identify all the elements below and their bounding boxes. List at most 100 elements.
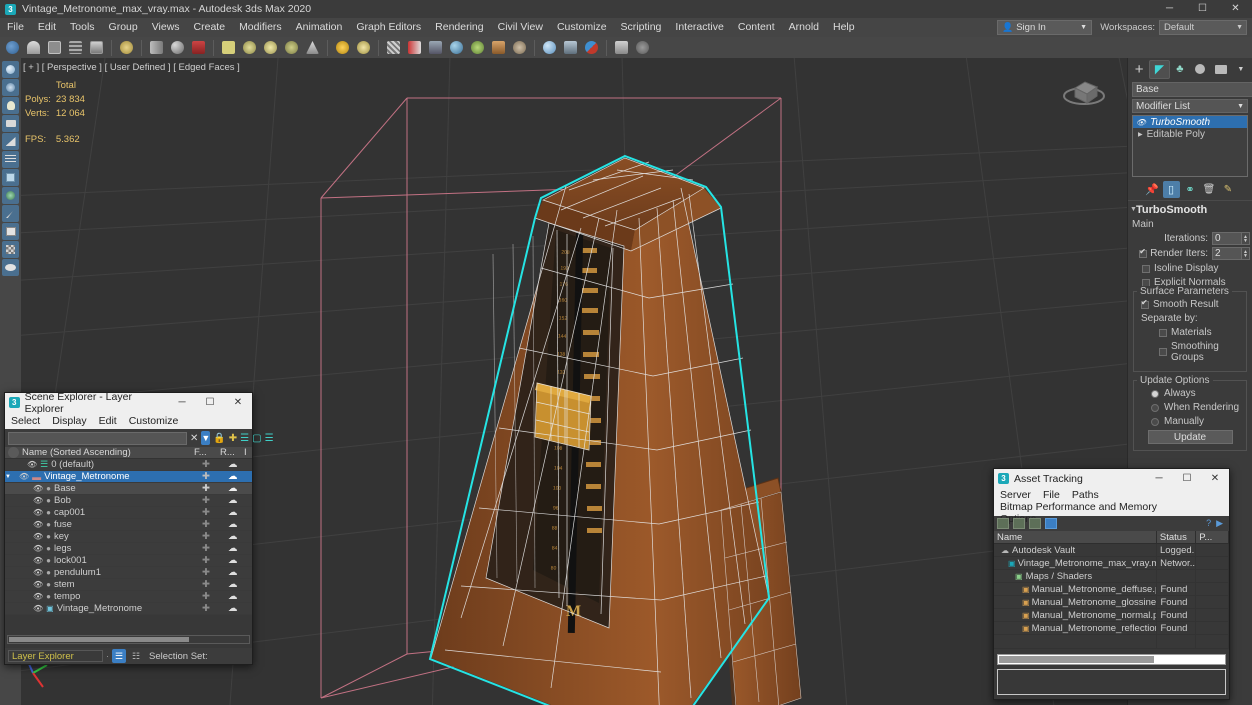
menu-customize[interactable]: Customize bbox=[550, 18, 614, 37]
render-toggle[interactable]: ☁ bbox=[228, 507, 252, 518]
eye-icon[interactable]: 👁 bbox=[33, 520, 43, 529]
undo-icon[interactable] bbox=[3, 38, 22, 57]
iterations-spinner[interactable]: ▲ ▼ bbox=[1242, 232, 1250, 245]
menu-graph-editors[interactable]: Graph Editors bbox=[349, 18, 428, 37]
menu-rendering[interactable]: Rendering bbox=[428, 18, 490, 37]
update-option-manually[interactable]: Manually bbox=[1151, 416, 1243, 427]
freeze-toggle[interactable]: ✚ bbox=[202, 543, 228, 554]
menu-interactive[interactable]: Interactive bbox=[668, 18, 730, 37]
eye-icon[interactable]: 👁 bbox=[33, 580, 43, 589]
table-row[interactable]: ☁ Autodesk Vault Logged... bbox=[994, 544, 1229, 557]
table-row[interactable]: ▣ Manual_Metronome_reflection.png Found bbox=[994, 622, 1229, 635]
menu-paths[interactable]: Paths bbox=[1066, 489, 1105, 501]
list-item[interactable]: 👁 ● Bob ✚ ☁ bbox=[5, 495, 252, 507]
minimize-button[interactable]: ─ bbox=[168, 393, 196, 412]
viewcube-icon[interactable] bbox=[1057, 70, 1111, 112]
ruler-icon[interactable] bbox=[2, 133, 19, 150]
isoline-display-checkbox[interactable] bbox=[1142, 264, 1150, 273]
menu-server[interactable]: Server bbox=[994, 489, 1037, 501]
add-layer-icon[interactable]: ✚ bbox=[229, 431, 237, 445]
list-item[interactable]: 👁 ● legs ✚ ☁ bbox=[5, 543, 252, 555]
select-by-name-icon[interactable] bbox=[168, 38, 187, 57]
eye-icon[interactable] bbox=[2, 259, 19, 276]
bind-space-warp-icon[interactable] bbox=[87, 38, 106, 57]
asset-tracking-titlebar[interactable]: 3 Asset Tracking ─ ☐ ✕ bbox=[994, 469, 1229, 488]
eye-icon[interactable]: 👁 bbox=[33, 568, 43, 577]
render-toggle[interactable]: ☁ bbox=[228, 567, 252, 578]
eye-icon[interactable]: 👁 bbox=[33, 532, 43, 541]
menu-civil-view[interactable]: Civil View bbox=[491, 18, 550, 37]
workspaces-dropdown[interactable]: Default ▼ bbox=[1159, 20, 1247, 35]
menu-tools[interactable]: Tools bbox=[63, 18, 102, 37]
show-end-result-icon[interactable]: ▯ bbox=[1162, 181, 1180, 198]
eye-icon[interactable]: 👁 bbox=[33, 484, 43, 493]
name-column-header[interactable]: Name bbox=[994, 531, 1157, 543]
modifier-stack-item-editable-poly[interactable]: ▶ Editable Poly bbox=[1133, 128, 1247, 140]
hierarchy-mode-icon[interactable]: ☷ bbox=[129, 649, 143, 663]
modifier-stack-item-turbosmooth[interactable]: 👁 TurboSmooth bbox=[1133, 116, 1247, 128]
frozen-column-header[interactable]: F... bbox=[194, 447, 220, 458]
list-item[interactable]: 👁 ● tempo ✚ ☁ bbox=[5, 591, 252, 603]
freeze-toggle[interactable]: ✚ bbox=[202, 495, 228, 506]
modify-tab[interactable]: ◤ bbox=[1149, 59, 1170, 79]
list-item[interactable]: 👁 ☰ 0 (default) ✚ ☁ bbox=[5, 459, 252, 471]
motion-tab[interactable] bbox=[1190, 60, 1210, 79]
freeze-toggle[interactable]: ✚ bbox=[202, 519, 228, 530]
eye-icon[interactable]: 👁 bbox=[33, 556, 43, 565]
render-toggle[interactable]: ☁ bbox=[228, 471, 252, 482]
menu-scripting[interactable]: Scripting bbox=[614, 18, 669, 37]
lock-icon[interactable]: 🔒 bbox=[213, 431, 225, 445]
layer-stack-icon[interactable]: ☰ bbox=[240, 431, 249, 445]
chevron-right-icon[interactable]: ▶ bbox=[1138, 131, 1143, 138]
maximize-button[interactable]: ☐ bbox=[196, 393, 224, 412]
menu-create[interactable]: Create bbox=[187, 18, 233, 37]
status-column-header[interactable]: Status bbox=[1157, 531, 1197, 543]
update-button[interactable]: Update bbox=[1147, 430, 1233, 444]
asset-tracking-list[interactable]: ☁ Autodesk Vault Logged... ▣ Vintage_Met… bbox=[994, 544, 1229, 649]
menu-arnold[interactable]: Arnold bbox=[782, 18, 826, 37]
list-item[interactable]: ▼ 👁 ▬ Vintage_Metronome ✚ ☁ bbox=[5, 471, 252, 483]
object-paint-icon[interactable] bbox=[2, 169, 19, 186]
select-scale-icon[interactable] bbox=[282, 38, 301, 57]
refresh-icon[interactable] bbox=[1029, 518, 1041, 529]
maximize-button[interactable]: ☐ bbox=[1186, 0, 1219, 18]
align-icon[interactable] bbox=[510, 38, 529, 57]
materials-row[interactable]: Materials bbox=[1159, 327, 1243, 338]
menu-file[interactable]: File bbox=[1037, 489, 1066, 501]
table-row[interactable]: ▣ Manual_Metronome_deffuse.png Found bbox=[994, 583, 1229, 596]
object-name-field[interactable] bbox=[1132, 82, 1252, 97]
freeze-toggle[interactable]: ✚ bbox=[202, 579, 228, 590]
horizontal-scrollbar[interactable] bbox=[7, 635, 250, 644]
percent-snap-icon[interactable] bbox=[426, 38, 445, 57]
list-item[interactable]: 👁 ● Base ✚ ☁ bbox=[5, 483, 252, 495]
select-link-icon[interactable] bbox=[45, 38, 64, 57]
placement-icon[interactable] bbox=[303, 38, 322, 57]
create-tab[interactable]: + bbox=[1129, 60, 1149, 79]
close-button[interactable]: ✕ bbox=[1219, 0, 1252, 18]
mirror-icon[interactable] bbox=[489, 38, 508, 57]
vault-icon[interactable] bbox=[1045, 518, 1057, 529]
pin-stack-icon[interactable]: 📌 bbox=[1144, 181, 1161, 198]
list-item[interactable]: 👁 ▣ Vintage_Metronome ✚ ☁ bbox=[5, 603, 252, 615]
freeze-toggle[interactable]: ✚ bbox=[202, 483, 228, 494]
brush-icon[interactable] bbox=[2, 205, 19, 222]
select-layer-icon[interactable]: ▢ bbox=[252, 431, 261, 445]
menu-customize[interactable]: Customize bbox=[123, 415, 185, 427]
always-radio[interactable] bbox=[1151, 389, 1159, 398]
freeze-toggle[interactable]: ✚ bbox=[202, 471, 228, 482]
scene-explorer-layer-list[interactable]: 👁 ☰ 0 (default) ✚ ☁ ▼ 👁 ▬ Vintage_Metron… bbox=[5, 459, 252, 615]
smooth-result-row[interactable]: Smooth Result bbox=[1141, 298, 1243, 310]
menu-select[interactable]: Select bbox=[5, 415, 46, 427]
help-icon[interactable]: ? bbox=[1206, 518, 1211, 529]
menu-group[interactable]: Group bbox=[102, 18, 145, 37]
expand-icon[interactable]: ▼ bbox=[5, 474, 15, 480]
curve-editor-icon[interactable] bbox=[561, 38, 580, 57]
render-iters-value[interactable]: 2 bbox=[1212, 247, 1242, 260]
select-move-icon[interactable] bbox=[240, 38, 259, 57]
make-unique-icon[interactable]: ⚭ bbox=[1182, 181, 1199, 198]
schematic-view-icon[interactable] bbox=[582, 38, 601, 57]
update-option-when-rendering[interactable]: When Rendering bbox=[1151, 402, 1243, 413]
minimize-button[interactable]: ─ bbox=[1145, 469, 1173, 488]
layers-mode-icon[interactable]: ☰ bbox=[112, 649, 126, 663]
close-button[interactable]: ✕ bbox=[1201, 469, 1229, 488]
